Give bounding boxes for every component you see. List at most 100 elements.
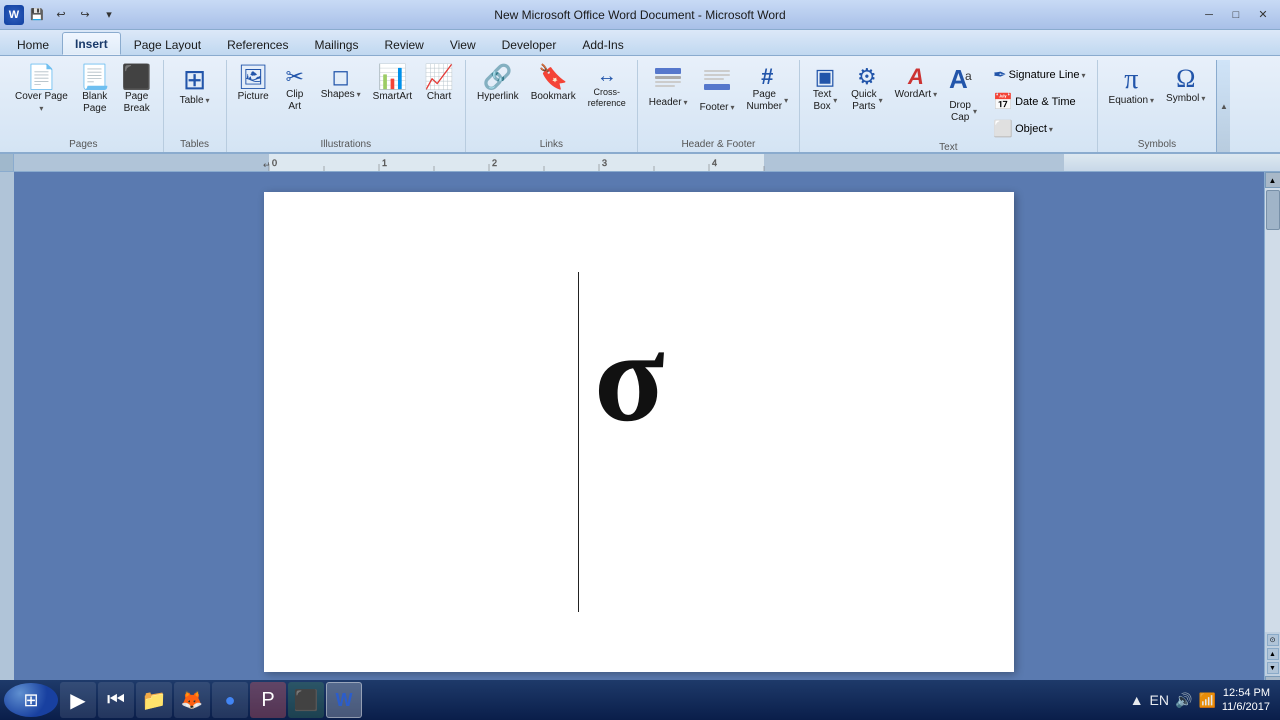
text-box-button[interactable]: ▣ TextBox▾ <box>806 62 844 117</box>
tab-references[interactable]: References <box>214 33 301 55</box>
picture-icon: 🖼 <box>238 66 268 90</box>
minimize-button[interactable]: ─ <box>1196 4 1222 26</box>
systray-network[interactable]: 📶 <box>1198 692 1215 709</box>
bookmark-icon: 🔖 <box>538 66 568 90</box>
svg-text:0: 0 <box>272 158 277 168</box>
taskbar-icon-chrome[interactable]: ● <box>212 682 248 718</box>
taskbar-icon-firefox[interactable]: 🦊 <box>174 682 210 718</box>
ribbon-group-pages: 📄 Cover Page ▾ 📃 BlankPage ⬛ PageBreak P… <box>4 60 164 152</box>
systray-language[interactable]: EN <box>1150 692 1169 708</box>
customize-qat-button[interactable]: ▾ <box>98 4 120 26</box>
text-box-arrow: ▾ <box>833 96 837 106</box>
date-time-button[interactable]: 📅 Date & Time <box>988 89 1090 115</box>
header-button[interactable]: Header▾ <box>644 62 693 113</box>
svg-text:a: a <box>965 69 972 83</box>
tab-insert[interactable]: Insert <box>62 32 121 55</box>
clip-art-label: ClipArt <box>286 89 303 113</box>
equation-button[interactable]: π Equation▾ <box>1104 62 1160 111</box>
tab-home[interactable]: Home <box>4 33 62 55</box>
document-area[interactable]: σ <box>14 172 1264 692</box>
system-clock[interactable]: 12:54 PM 11/6/2017 <box>1222 686 1270 715</box>
select-browse-button[interactable]: ⊙ <box>1267 634 1279 646</box>
document-page[interactable]: σ <box>264 192 1014 672</box>
cover-page-button[interactable]: 📄 Cover Page ▾ <box>10 62 73 117</box>
word-art-arrow: ▾ <box>933 90 937 100</box>
scroll-up-button[interactable]: ▲ <box>1265 172 1280 188</box>
footer-label: Footer▾ <box>700 102 735 114</box>
clip-art-button[interactable]: ✂ ClipArt <box>276 62 314 117</box>
horizontal-ruler: 0 1 2 3 4 ↵ <box>14 154 1280 171</box>
date-time-label: Date & Time <box>1015 96 1076 108</box>
object-button[interactable]: ⬜ Object ▾ <box>988 116 1090 142</box>
ribbon-collapse-button[interactable]: ▲ <box>1216 60 1230 152</box>
page-number-icon: # <box>761 66 773 88</box>
ribbon: 📄 Cover Page ▾ 📃 BlankPage ⬛ PageBreak P… <box>0 56 1280 154</box>
blank-page-button[interactable]: 📃 BlankPage <box>75 62 115 119</box>
taskbar-icon-word[interactable]: W <box>326 682 362 718</box>
cross-reference-button[interactable]: ↔ Cross-reference <box>583 62 631 113</box>
blank-page-label: BlankPage <box>82 91 107 115</box>
scrollbar-track[interactable] <box>1265 188 1280 632</box>
save-qat-button[interactable]: 💾 <box>26 4 48 26</box>
text-cursor <box>578 272 579 612</box>
quick-parts-button[interactable]: ⚙ QuickParts▾ <box>846 62 888 117</box>
drop-cap-button[interactable]: Aa DropCap▾ <box>944 62 982 128</box>
systray-arrow[interactable]: ▲ <box>1130 692 1144 708</box>
signature-line-icon: ✒ <box>993 65 1006 85</box>
chart-button[interactable]: 📈 Chart <box>419 62 459 107</box>
redo-qat-button[interactable]: ↪ <box>74 4 96 26</box>
tab-view[interactable]: View <box>437 33 489 55</box>
ruler-corner[interactable] <box>0 154 14 172</box>
drop-cap-icon: Aa <box>949 66 977 99</box>
picture-button[interactable]: 🖼 Picture <box>233 62 274 107</box>
smart-art-button[interactable]: 📊 SmartArt <box>368 62 417 107</box>
taskbar-icon-app2[interactable]: ⬛ <box>288 682 324 718</box>
cross-reference-icon: ↔ <box>597 66 617 86</box>
vertical-scrollbar[interactable]: ▲ ⊙ ▲ ▼ ▼ <box>1264 172 1280 692</box>
taskbar-icon-skip[interactable]: ⏮ <box>98 682 134 718</box>
text-right-stack: ✒ Signature Line ▾ 📅 Date & Time ⬜ Objec… <box>988 62 1090 142</box>
cross-reference-label: Cross-reference <box>588 87 626 109</box>
shapes-button[interactable]: ◻ Shapes▾ <box>316 62 366 105</box>
tab-page-layout[interactable]: Page Layout <box>121 33 214 55</box>
prev-browse-button[interactable]: ▲ <box>1267 648 1279 660</box>
undo-qat-button[interactable]: ↩ <box>50 4 72 26</box>
margin-buttons: ⊙ ▲ ▼ <box>1265 632 1280 676</box>
footer-button[interactable]: Footer▾ <box>695 62 740 118</box>
text-box-icon: ▣ <box>815 66 836 88</box>
taskbar-icon-explorer[interactable]: 📁 <box>136 682 172 718</box>
shapes-label: Shapes▾ <box>321 89 361 101</box>
illustrations-group-items: 🖼 Picture ✂ ClipArt ◻ Shapes▾ 📊 SmartArt… <box>233 62 459 139</box>
title-bar: W 💾 ↩ ↪ ▾ New Microsoft Office Word Docu… <box>0 0 1280 30</box>
symbol-button[interactable]: Ω Symbol▾ <box>1161 62 1210 109</box>
tab-add-ins[interactable]: Add-Ins <box>569 33 636 55</box>
signature-line-button[interactable]: ✒ Signature Line ▾ <box>988 62 1090 88</box>
svg-text:↵: ↵ <box>263 160 271 170</box>
page-number-button[interactable]: # PageNumber▾ <box>741 62 793 117</box>
tab-mailings[interactable]: Mailings <box>301 33 371 55</box>
close-button[interactable]: ✕ <box>1250 4 1276 26</box>
illustrations-group-label: Illustrations <box>233 139 459 152</box>
page-break-button[interactable]: ⬛ PageBreak <box>117 62 157 119</box>
bookmark-button[interactable]: 🔖 Bookmark <box>526 62 581 107</box>
word-art-button[interactable]: A WordArt▾ <box>890 62 943 105</box>
word-app-icon[interactable]: W <box>4 5 24 25</box>
scrollbar-thumb[interactable] <box>1266 190 1280 230</box>
tab-developer[interactable]: Developer <box>489 33 570 55</box>
taskbar-icon-app1[interactable]: P <box>250 682 286 718</box>
hyperlink-button[interactable]: 🔗 Hyperlink <box>472 62 524 107</box>
ribbon-group-header-footer: Header▾ Footer▾ # PageNumber▾ Header & F… <box>638 60 800 152</box>
picture-label: Picture <box>238 91 269 103</box>
maximize-button[interactable]: □ <box>1223 4 1249 26</box>
links-group-items: 🔗 Hyperlink 🔖 Bookmark ↔ Cross-reference <box>472 62 631 139</box>
table-button[interactable]: ⊞ Table ▾ <box>170 62 220 111</box>
next-browse-button[interactable]: ▼ <box>1267 662 1279 674</box>
systray-volume[interactable]: 🔊 <box>1175 692 1192 709</box>
start-button[interactable]: ⊞ <box>4 683 58 717</box>
hyperlink-icon: 🔗 <box>483 66 513 90</box>
svg-text:1: 1 <box>382 158 387 168</box>
taskbar-icon-media-player[interactable]: ▶ <box>60 682 96 718</box>
tab-review[interactable]: Review <box>371 33 436 55</box>
document-content[interactable]: σ <box>594 312 665 442</box>
cover-page-label: Cover Page <box>15 91 68 103</box>
